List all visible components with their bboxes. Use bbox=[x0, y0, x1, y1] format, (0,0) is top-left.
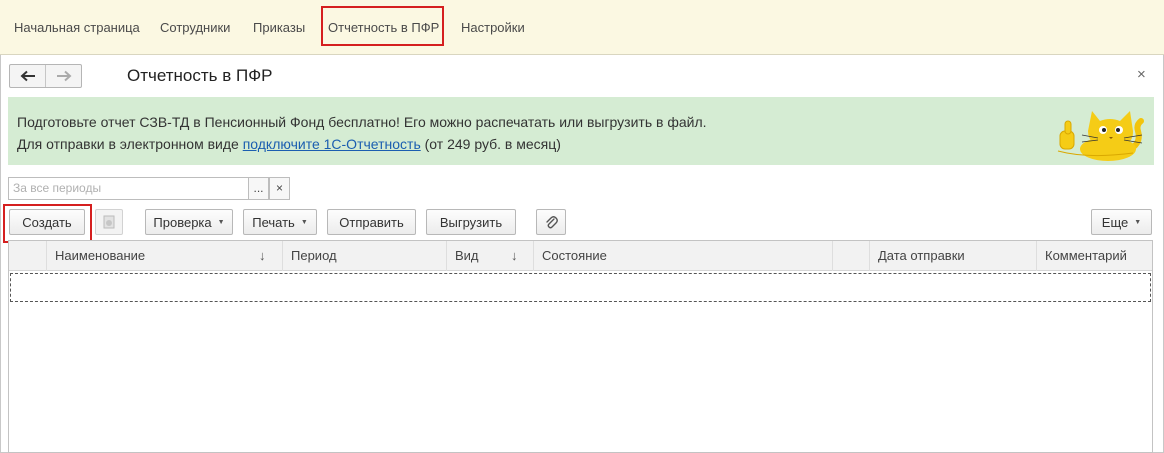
forward-button[interactable] bbox=[45, 65, 81, 87]
more-button-label: Еще bbox=[1101, 214, 1129, 230]
check-button[interactable]: Проверка ▼ bbox=[145, 209, 233, 235]
chevron-down-icon: ▼ bbox=[1134, 218, 1142, 226]
period-filter-input[interactable] bbox=[13, 181, 248, 195]
history-buttons bbox=[9, 64, 82, 88]
send-button[interactable]: Отправить bbox=[327, 209, 416, 235]
print-button-label: Печать bbox=[252, 214, 295, 230]
column-header-type[interactable]: Вид bbox=[446, 241, 533, 271]
column-header-type-label: Вид bbox=[455, 248, 479, 263]
column-header-comment-label: Комментарий bbox=[1045, 248, 1127, 263]
nav-orders[interactable]: Приказы bbox=[253, 20, 305, 35]
column-header-name[interactable]: Наименование bbox=[46, 241, 282, 271]
sort-down-icon[interactable]: ↓ bbox=[511, 241, 518, 271]
reports-table: Наименование ↓ Период Вид ↓ Состояние Да… bbox=[8, 240, 1153, 453]
arrow-left-icon bbox=[20, 70, 35, 82]
column-header-status[interactable]: Состояние bbox=[533, 241, 832, 271]
page-title: Отчетность в ПФР bbox=[127, 66, 273, 85]
column-header-status-label: Состояние bbox=[542, 248, 607, 263]
cat-mascot-icon bbox=[1057, 111, 1144, 161]
top-nav: Начальная страница Сотрудники Приказы От… bbox=[0, 0, 1164, 55]
banner-text-line2: Для отправки в электронном виде подключи… bbox=[17, 136, 561, 152]
chevron-down-icon: ▼ bbox=[217, 218, 225, 226]
back-button[interactable] bbox=[10, 65, 45, 87]
export-button-label: Выгрузить bbox=[439, 214, 503, 230]
chevron-down-icon: ▼ bbox=[300, 218, 308, 226]
attach-button[interactable] bbox=[536, 209, 566, 235]
column-header-name-label: Наименование bbox=[55, 248, 146, 263]
period-filter-field[interactable] bbox=[8, 177, 249, 200]
nav-pfr-reporting-highlight bbox=[321, 6, 444, 46]
banner-text-line1: Подготовьте отчет СЗВ-ТД в Пенсионный Фо… bbox=[17, 114, 707, 130]
promo-banner: Подготовьте отчет СЗВ-ТД в Пенсионный Фо… bbox=[8, 97, 1154, 165]
nav-home[interactable]: Начальная страница bbox=[14, 20, 140, 35]
column-header-period-label: Период bbox=[291, 248, 337, 263]
nav-employees[interactable]: Сотрудники bbox=[160, 20, 230, 35]
nav-settings[interactable]: Настройки bbox=[461, 20, 525, 35]
connect-reporting-link[interactable]: подключите 1С-Отчетность bbox=[243, 136, 421, 152]
table-header: Наименование ↓ Период Вид ↓ Состояние Да… bbox=[9, 241, 1152, 271]
column-header-send-date-label: Дата отправки bbox=[878, 248, 965, 263]
period-clear-button[interactable]: × bbox=[269, 177, 290, 200]
column-header-period[interactable]: Период bbox=[282, 241, 446, 271]
table-row-empty[interactable] bbox=[10, 273, 1151, 302]
column-header-comment[interactable]: Комментарий bbox=[1036, 241, 1152, 271]
column-header-flag[interactable] bbox=[832, 241, 869, 271]
more-button[interactable]: Еще ▼ bbox=[1091, 209, 1152, 235]
create-button-highlight bbox=[3, 204, 92, 243]
banner-text-prefix: Для отправки в электронном виде bbox=[17, 136, 243, 152]
send-button-label: Отправить bbox=[339, 214, 404, 230]
sort-down-icon[interactable]: ↓ bbox=[259, 241, 266, 271]
column-header-send-date[interactable]: Дата отправки bbox=[869, 241, 1036, 271]
check-button-label: Проверка bbox=[153, 214, 212, 230]
banner-text-suffix: (от 249 руб. в месяц) bbox=[420, 136, 561, 152]
close-icon[interactable]: × bbox=[1137, 66, 1146, 83]
column-header-icon[interactable] bbox=[9, 241, 46, 271]
period-select-button[interactable]: ... bbox=[248, 177, 269, 200]
arrow-right-icon bbox=[56, 70, 71, 82]
paperclip-icon bbox=[546, 216, 558, 229]
export-button[interactable]: Выгрузить bbox=[426, 209, 516, 235]
document-icon bbox=[103, 215, 115, 229]
print-button[interactable]: Печать ▼ bbox=[243, 209, 317, 235]
copy-button[interactable] bbox=[95, 209, 123, 235]
